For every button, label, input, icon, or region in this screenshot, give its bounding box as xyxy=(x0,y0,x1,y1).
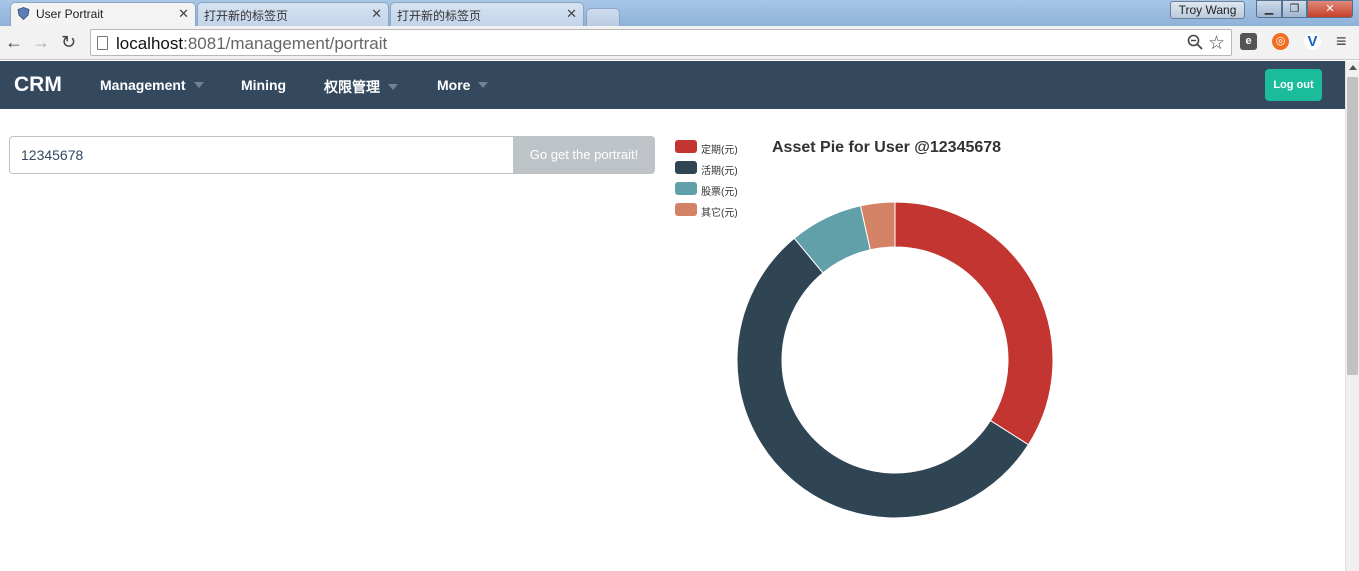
url-text: localhost:8081/management/portrait xyxy=(116,34,388,53)
extension-v-icon[interactable]: V xyxy=(1304,33,1321,50)
page-scrollbar[interactable] xyxy=(1345,61,1359,571)
legend-label: 定期(元) xyxy=(701,145,738,156)
close-tab-icon[interactable]: ✕ xyxy=(178,6,189,22)
tab-new-2[interactable]: 打开新的标签页 ✕ xyxy=(390,2,584,26)
extension-orange-icon[interactable]: ◎ xyxy=(1272,33,1289,50)
user-id-input[interactable] xyxy=(9,136,514,174)
chart-title: Asset Pie for User @12345678 xyxy=(772,139,1002,156)
new-tab-button[interactable] xyxy=(586,8,620,26)
maximize-icon[interactable]: ❐ xyxy=(1282,0,1307,18)
tab-title: 打开新的标签页 xyxy=(204,9,289,23)
bookmark-star-icon[interactable]: ☆ xyxy=(1208,32,1225,55)
legend-swatch xyxy=(675,182,697,195)
menu-icon[interactable]: ≡ xyxy=(1336,31,1347,52)
logout-button[interactable]: Log out xyxy=(1265,69,1322,101)
nav-management[interactable]: Management xyxy=(100,77,204,93)
close-tab-icon[interactable]: ✕ xyxy=(371,6,382,22)
legend-label: 活期(元) xyxy=(701,166,738,177)
tab-title: User Portrait xyxy=(36,7,104,21)
brand-logo[interactable]: CRM xyxy=(14,73,62,97)
reload-icon[interactable]: ↻ xyxy=(61,32,76,53)
address-bar[interactable]: localhost:8081/management/portrait ☆ xyxy=(90,29,1232,56)
tab-title: 打开新的标签页 xyxy=(397,9,482,23)
scrollbar-thumb[interactable] xyxy=(1347,77,1358,375)
browser-user-button[interactable]: Troy Wang xyxy=(1170,1,1245,19)
browser-titlebar: User Portrait ✕ 打开新的标签页 ✕ 打开新的标签页 ✕ Troy… xyxy=(0,0,1359,26)
back-arrow-icon[interactable]: ← xyxy=(5,32,23,53)
caret-down-icon xyxy=(388,84,398,90)
donut-slice-1[interactable] xyxy=(894,201,1054,446)
close-window-icon[interactable]: ✕ xyxy=(1307,0,1353,18)
legend-swatch xyxy=(675,140,697,153)
caret-down-icon xyxy=(193,82,204,88)
legend-swatch xyxy=(675,161,697,174)
tab-new-1[interactable]: 打开新的标签页 ✕ xyxy=(197,2,389,26)
evernote-extension-icon[interactable]: e xyxy=(1240,33,1257,50)
caret-down-icon xyxy=(478,82,489,88)
nav-more[interactable]: More xyxy=(437,77,489,93)
app-navbar: CRM Management Mining 权限管理 More Log out xyxy=(0,61,1345,109)
zoom-icon[interactable] xyxy=(1187,34,1203,55)
forward-arrow-icon[interactable]: → xyxy=(32,32,50,53)
minimize-icon[interactable]: ▁ xyxy=(1256,0,1282,18)
get-portrait-button[interactable]: Go get the portrait! xyxy=(513,136,655,174)
asset-donut-chart xyxy=(736,201,1054,519)
legend-swatch xyxy=(675,203,697,216)
close-tab-icon[interactable]: ✕ xyxy=(566,6,577,22)
browser-toolbar: ← → ↻ localhost:8081/management/portrait… xyxy=(0,26,1359,60)
tab-user-portrait[interactable]: User Portrait ✕ xyxy=(10,2,196,26)
nav-permission-management[interactable]: 权限管理 xyxy=(324,77,398,97)
shield-favicon-icon xyxy=(17,7,30,21)
scroll-up-arrow-icon[interactable] xyxy=(1349,65,1357,70)
nav-mining[interactable]: Mining xyxy=(241,77,286,93)
page-icon xyxy=(97,36,108,50)
